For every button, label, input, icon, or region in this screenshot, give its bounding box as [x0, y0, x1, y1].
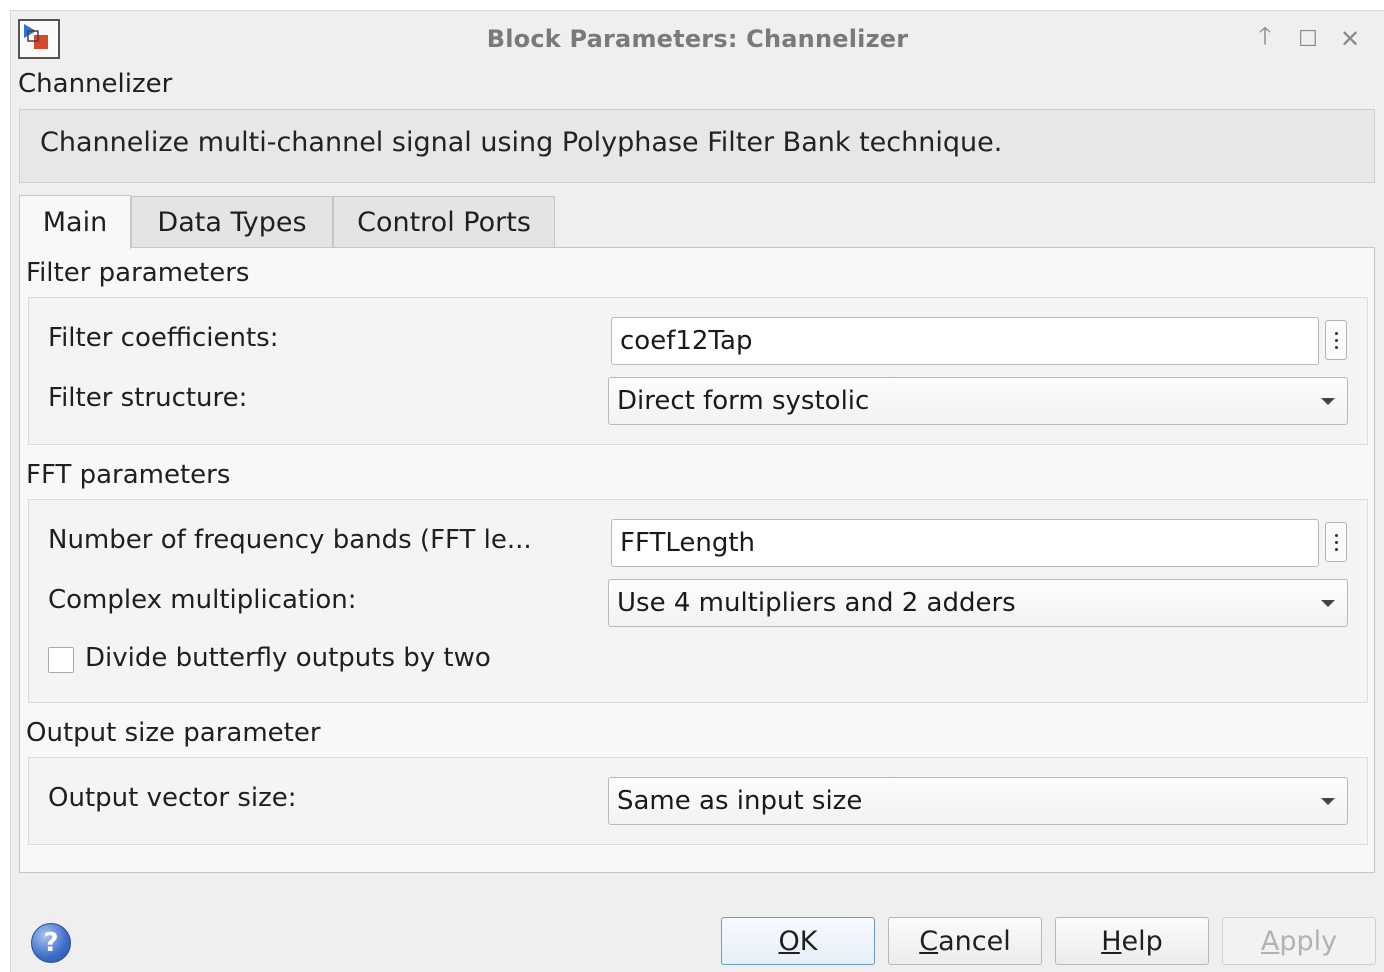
chevron-down-icon [1321, 398, 1335, 405]
filter-structure-select[interactable]: Direct form systolic [608, 377, 1348, 425]
tab-data-types[interactable]: Data Types [131, 196, 333, 248]
apply-label-rest: pply [1279, 925, 1338, 957]
apply-button[interactable]: Apply [1222, 917, 1376, 965]
apply-mnemonic: A [1260, 925, 1280, 957]
fft-parameters-title: FFT parameters [26, 460, 231, 490]
filter-structure-value: Direct form systolic [617, 386, 870, 416]
divide-butterfly-label[interactable]: Divide butterfly outputs by two [85, 643, 491, 673]
fft-parameters-group: Number of frequency bands (FFT le... FFT… [28, 499, 1368, 703]
output-vector-size-value: Same as input size [617, 786, 863, 816]
ok-label-rest: K [799, 925, 818, 957]
frequency-bands-options-icon[interactable] [1325, 522, 1347, 562]
tab-main[interactable]: Main [19, 195, 131, 249]
filter-parameters-title: Filter parameters [26, 258, 250, 288]
maximize-icon[interactable]: ☐ [1292, 23, 1324, 55]
help-question-icon[interactable]: ? [31, 923, 71, 963]
close-icon[interactable]: ✕ [1334, 23, 1366, 55]
filter-coefficients-input[interactable]: coef12Tap [611, 317, 1319, 365]
cancel-mnemonic: C [919, 925, 939, 957]
filter-parameters-group: Filter coefficients: coef12Tap Filter st… [28, 297, 1368, 445]
chevron-down-icon [1321, 798, 1335, 805]
ok-mnemonic: O [778, 925, 800, 957]
complex-multiplication-label: Complex multiplication: [48, 585, 357, 615]
tab-control-ports[interactable]: Control Ports [333, 196, 555, 248]
filter-coefficients-label: Filter coefficients: [48, 323, 279, 353]
complex-multiplication-select[interactable]: Use 4 multipliers and 2 adders [608, 579, 1348, 627]
cancel-button[interactable]: Cancel [888, 917, 1042, 965]
output-vector-size-label: Output vector size: [48, 783, 297, 813]
output-size-group: Output vector size: Same as input size [28, 757, 1368, 845]
block-parameters-dialog: Block Parameters: Channelizer 🡑 ☐ ✕ Chan… [10, 10, 1384, 972]
divide-butterfly-checkbox[interactable] [48, 647, 74, 673]
block-description: Channelize multi-channel signal using Po… [19, 109, 1375, 183]
help-button[interactable]: Help [1055, 917, 1209, 965]
filter-coefficients-options-icon[interactable] [1325, 320, 1347, 360]
filter-structure-label: Filter structure: [48, 383, 248, 413]
block-name-heading: Channelizer [18, 69, 173, 99]
pin-icon[interactable]: 🡑 [1249, 22, 1281, 55]
title-bar: Block Parameters: Channelizer 🡑 ☐ ✕ [11, 11, 1384, 67]
window-title: Block Parameters: Channelizer [486, 25, 909, 53]
output-size-parameter-title: Output size parameter [26, 718, 321, 748]
frequency-bands-input[interactable]: FFTLength [611, 519, 1319, 567]
cancel-label-rest: ancel [938, 925, 1011, 957]
output-vector-size-select[interactable]: Same as input size [608, 777, 1348, 825]
help-label-rest: elp [1121, 925, 1163, 957]
tab-panel-main: Filter parameters Filter coefficients: c… [19, 247, 1375, 873]
ok-button[interactable]: OK [721, 917, 875, 965]
help-mnemonic: H [1101, 925, 1122, 957]
chevron-down-icon [1321, 600, 1335, 607]
complex-multiplication-value: Use 4 multipliers and 2 adders [617, 588, 1016, 618]
frequency-bands-label: Number of frequency bands (FFT le... [48, 525, 532, 555]
